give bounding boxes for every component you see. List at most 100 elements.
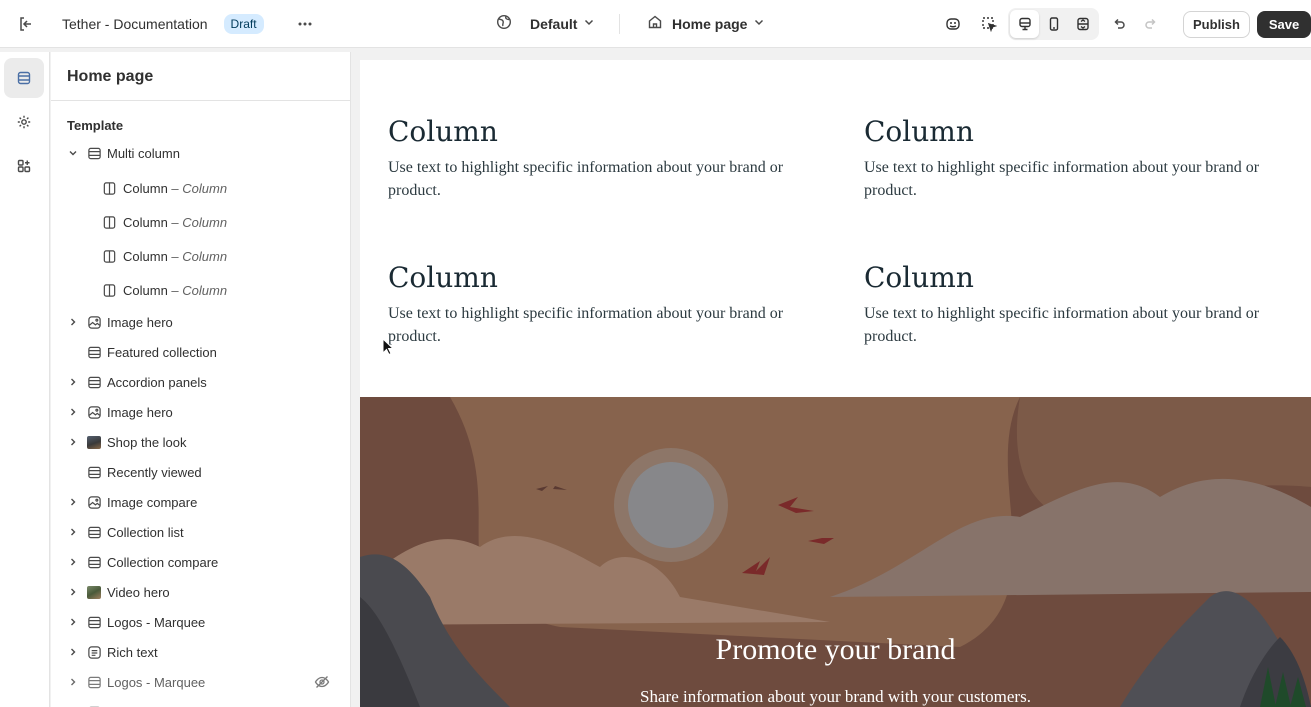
tree-item-logos-marquee-hidden[interactable]: Logos - Marquee <box>51 667 350 697</box>
tree-item-label: Rich text <box>107 644 158 660</box>
redo-button[interactable] <box>1137 0 1165 48</box>
tree-item-collection-list[interactable]: Collection list <box>51 517 350 547</box>
hero-title: Promote your brand <box>715 633 956 666</box>
tree-item-recently-viewed[interactable]: Recently viewed <box>51 457 350 487</box>
section-icon <box>86 145 102 161</box>
page-select-label: Home page <box>672 16 748 32</box>
save-button[interactable]: Save <box>1257 11 1311 38</box>
inspector-button[interactable] <box>939 0 967 48</box>
chevron-right-icon[interactable] <box>66 555 80 569</box>
tree-item-image-compare[interactable]: Image compare <box>51 487 350 517</box>
exit-icon <box>12 10 40 38</box>
chevron-right-icon[interactable] <box>66 435 80 449</box>
redo-icon <box>1137 10 1165 38</box>
chevron-down-icon <box>583 15 595 33</box>
tree-item-shop-the-look[interactable]: Shop the look <box>51 427 350 457</box>
tree-item-column-block[interactable]: Column – Column <box>51 173 350 203</box>
section-icon <box>86 614 102 630</box>
thumbnail-icon <box>86 434 102 450</box>
image-icon <box>86 494 102 510</box>
tree-item-collection-compare[interactable]: Collection compare <box>51 547 350 577</box>
tree-item-label: Logos - Marquee <box>107 674 206 690</box>
desktop-view-button[interactable] <box>1010 10 1039 38</box>
undo-button[interactable] <box>1105 0 1133 48</box>
chevron-right-icon[interactable] <box>66 645 80 659</box>
settings-rail-button[interactable] <box>4 102 44 142</box>
section-icon <box>86 524 102 540</box>
column-heading: Column <box>388 115 498 148</box>
select-element-button[interactable] <box>975 0 1003 48</box>
tree-item-label: Video hero <box>107 584 170 600</box>
publish-button[interactable]: Publish <box>1183 11 1250 38</box>
image-icon <box>86 404 102 420</box>
ellipsis-icon <box>291 10 319 38</box>
tree-item-label: Image compare <box>107 494 198 510</box>
device-toggle-group <box>1008 8 1099 40</box>
image-hero-section[interactable]: Promote your brand Share information abo… <box>360 397 1311 707</box>
tree-item-column-block[interactable]: Column – Column <box>51 241 350 271</box>
multicolumn-column[interactable]: Column Use text to highlight specific in… <box>864 261 1294 348</box>
apps-rail-button[interactable] <box>4 146 44 186</box>
tree-item-image-hero[interactable]: Image hero <box>51 397 350 427</box>
multicolumn-column[interactable]: Column Use text to highlight specific in… <box>388 261 818 348</box>
tree-item-label: Logos - Marquee <box>107 614 206 630</box>
tree-item-logos-marquee[interactable]: Logos - Marquee <box>51 607 350 637</box>
mobile-view-button[interactable] <box>1039 10 1068 38</box>
more-actions-button[interactable] <box>291 0 319 48</box>
page-select[interactable]: Home page <box>647 0 765 48</box>
tree-item-image-hero[interactable]: Image hero <box>51 307 350 337</box>
chevron-right-icon[interactable] <box>66 315 80 329</box>
text-icon <box>86 644 102 660</box>
globe-icon <box>496 14 512 35</box>
chevron-right-icon[interactable] <box>66 585 80 599</box>
sections-rail-button[interactable] <box>4 58 44 98</box>
fullwidth-view-button[interactable] <box>1068 10 1097 38</box>
multicolumn-column[interactable]: Column Use text to highlight specific in… <box>388 115 818 202</box>
tree-item-label: Recently viewed <box>107 464 202 480</box>
apps-icon <box>17 159 31 173</box>
tree-item-sublabel: – Column <box>171 214 228 230</box>
chevron-right-icon[interactable] <box>66 375 80 389</box>
sections-icon <box>17 71 31 85</box>
tree-item-multi-column[interactable]: Multi column <box>51 138 350 168</box>
eye-off-icon[interactable] <box>314 674 330 690</box>
tree-item-label: Shop the look <box>107 434 187 450</box>
column-heading: Column <box>388 261 498 294</box>
home-icon <box>647 14 663 35</box>
tree-item-video-hero[interactable]: Video hero <box>51 577 350 607</box>
tree-item-column-block[interactable]: Column – Column <box>51 207 350 237</box>
multicolumn-column[interactable]: Column Use text to highlight specific in… <box>864 115 1294 202</box>
tree-item-accordion-panels[interactable]: Accordion panels <box>51 367 350 397</box>
left-rail <box>0 52 50 707</box>
tree-item-label: Column <box>123 180 168 196</box>
tree-item-column-block[interactable]: Column – Column <box>51 275 350 305</box>
tree-item-featured-collection[interactable]: Featured collection <box>51 337 350 367</box>
tree-item-partial <box>51 697 350 707</box>
panel-divider <box>51 100 350 101</box>
inspector-icon <box>939 10 967 38</box>
chevron-right-icon[interactable] <box>66 405 80 419</box>
column-text: Use text to highlight specific informati… <box>864 159 1260 199</box>
cursor-select-icon <box>975 10 1003 38</box>
section-icon <box>86 374 102 390</box>
tree-item-label: Column <box>123 282 168 298</box>
tree-item-label: Featured collection <box>107 344 217 360</box>
theme-select[interactable]: Default <box>496 0 595 48</box>
chevron-right-icon[interactable] <box>66 675 80 689</box>
chevron-down-icon[interactable] <box>66 146 80 160</box>
fullscreen-icon <box>1076 17 1089 31</box>
topbar-divider <box>619 14 620 34</box>
chevron-right-icon[interactable] <box>66 495 80 509</box>
tree-item-label: Image hero <box>107 314 173 330</box>
chevron-right-icon[interactable] <box>66 525 80 539</box>
hero-text: Share information about your brand with … <box>640 687 1031 706</box>
preview-canvas[interactable]: Column Use text to highlight specific in… <box>360 60 1311 707</box>
section-icon <box>86 674 102 690</box>
tree-item-label: Column <box>123 248 168 264</box>
tree-item-sublabel: – Column <box>171 180 228 196</box>
chevron-right-icon[interactable] <box>66 615 80 629</box>
gear-icon <box>17 115 31 129</box>
tree-item-label: Collection compare <box>107 554 219 570</box>
tree-item-rich-text[interactable]: Rich text <box>51 637 350 667</box>
exit-button[interactable] <box>12 0 40 48</box>
